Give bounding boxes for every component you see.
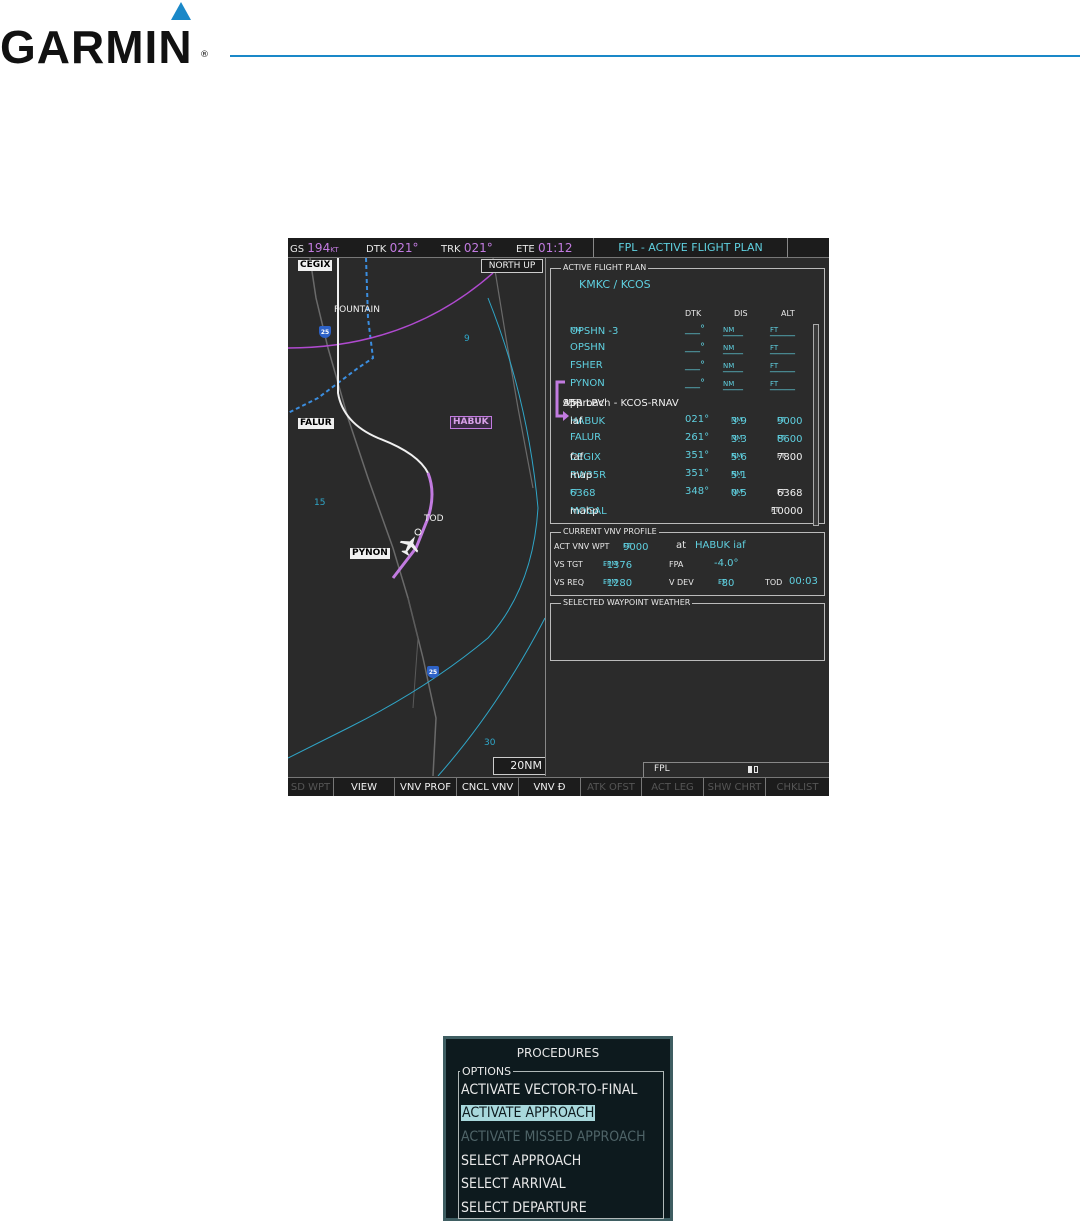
vnv-act-row: ACT VNV WPT 9000 FT at HABUK iaf xyxy=(554,540,746,553)
box-title: CURRENT VNV PROFILE xyxy=(561,527,659,536)
fpl-row[interactable]: HABUK iaf 021° 3.9 NM 9000 FT xyxy=(551,412,824,429)
approach-header[interactable]: Approach - KCOS-RNAV GPS 35R LPV xyxy=(551,394,824,411)
waypoint-label-pynon: PYNON xyxy=(350,548,390,559)
vnv-tgt-row: VS TGT -1376 FPM FPA -4.0° xyxy=(554,558,739,571)
fpl-row[interactable]: CEGIX faf 351° 5.6 NM 7800 FT xyxy=(551,448,824,465)
box-title: SELECTED WAYPOINT WEATHER xyxy=(561,598,693,607)
tod-label: TOD xyxy=(424,514,444,524)
ring-label-15: 15 xyxy=(314,498,326,508)
range-ring xyxy=(288,297,539,759)
range-ring xyxy=(437,617,545,776)
town-label-fountain: FOUNTAIN xyxy=(334,305,380,315)
menu-item-activate-approach[interactable]: ACTIVATE APPROACH xyxy=(461,1105,596,1121)
ring-label-9: 9 xyxy=(464,334,470,344)
page-title: FPL - ACTIVE FLIGHT PLAN xyxy=(593,238,788,257)
header-rule xyxy=(230,55,1080,57)
page-indicator-icon xyxy=(748,766,752,773)
navigation-map[interactable]: NORTH UP CEGIX FOUNTAIN 25 FALUR HABUK 9… xyxy=(288,258,546,776)
waypoint-label-cegix: CEGIX xyxy=(298,260,333,271)
fpl-row[interactable]: RW35R map 351° 5.1 NM xyxy=(551,466,824,483)
ring-label-30: 30 xyxy=(484,738,496,748)
logo-triangle-icon xyxy=(171,2,191,20)
registered-mark: ® xyxy=(200,50,209,60)
fpl-row[interactable]: MOGAL mahp 10000 FT xyxy=(551,502,824,519)
vnv-req-row: VS REQ -1280 FPM V DEV -80 FT TOD 00:03 xyxy=(554,576,818,589)
procedures-window: PROCEDURES OPTIONS ACTIVATE VECTOR-TO-FI… xyxy=(443,1036,673,1221)
mfd-screen: GS 194KT DTK 021° TRK 021° ETE 01:12 FPL… xyxy=(288,238,829,796)
menu-item-select-approach[interactable]: SELECT APPROACH xyxy=(461,1153,581,1169)
active-leg xyxy=(391,472,434,579)
fpl-scrollbar[interactable] xyxy=(813,324,819,526)
trk-field: TRK 021° xyxy=(441,241,493,255)
flight-path xyxy=(337,258,429,474)
page-indicator-icon xyxy=(754,766,758,773)
softkey-view[interactable]: VIEW xyxy=(334,778,395,796)
map-orientation-label[interactable]: NORTH UP xyxy=(481,259,543,273)
fpl-row[interactable]: FALUR 261° 3.3 NM 8600 FT xyxy=(551,430,824,447)
menu-item-select-departure[interactable]: SELECT DEPARTURE xyxy=(461,1200,587,1216)
softkey-act-leg[interactable]: ACT LEG xyxy=(642,778,704,796)
fpl-row[interactable]: OPSHN ___° ____ NM _____ FT xyxy=(551,340,824,357)
fpl-row[interactable]: FSHER ___° ____ NM _____ FT xyxy=(551,358,824,375)
softkey-cncl-vnv[interactable]: CNCL VNV xyxy=(457,778,519,796)
menu-item-activate-vector-to-final[interactable]: ACTIVATE VECTOR-TO-FINAL xyxy=(461,1082,637,1098)
box-title: ACTIVE FLIGHT PLAN xyxy=(561,263,649,272)
fpl-row[interactable]: OPSHN -3 NM ___° ____ NM _____ FT xyxy=(551,322,824,339)
active-flight-plan-box: ACTIVE FLIGHT PLAN KMKC / KCOS DTK DIS A… xyxy=(550,263,825,526)
airspace-boundary xyxy=(288,258,375,414)
fpl-row[interactable]: 6368 FT 348° 0.5 NM 6368 FT xyxy=(551,484,824,501)
nav-status-bar: GS 194KT DTK 021° TRK 021° ETE 01:12 FPL… xyxy=(288,238,829,258)
menu-item-select-arrival[interactable]: SELECT ARRIVAL xyxy=(461,1176,566,1192)
ete-field: ETE 01:12 xyxy=(516,241,573,255)
softkey-atk-ofst[interactable]: ATK OFST xyxy=(581,778,642,796)
fpl-row[interactable]: PYNON ___° ____ NM _____ FT xyxy=(551,376,824,393)
options-label: OPTIONS xyxy=(460,1065,514,1078)
waypoint-weather-box: SELECTED WAYPOINT WEATHER xyxy=(550,598,825,661)
softkey-shw-chrt[interactable]: SHW CHRT xyxy=(704,778,766,796)
highway-shield-icon: 25 xyxy=(319,326,331,338)
vnv-profile-box: CURRENT VNV PROFILE ACT VNV WPT 9000 FT a… xyxy=(550,527,825,596)
route-title: KMKC / KCOS xyxy=(579,278,651,291)
dtk-field: DTK 021° xyxy=(366,241,419,255)
fpl-panel: ACTIVE FLIGHT PLAN KMKC / KCOS DTK DIS A… xyxy=(546,258,829,776)
fpl-strip-label: FPL xyxy=(654,764,670,774)
gs-field: GS 194KT xyxy=(290,241,339,255)
fpl-status-strip: FPL xyxy=(643,762,829,777)
garmin-logo: GARMIN xyxy=(0,21,193,73)
softkey-vnv-prof[interactable]: VNV PROF xyxy=(395,778,457,796)
softkey-sd-wpt[interactable]: SD WPT xyxy=(288,778,334,796)
procedures-title: PROCEDURES xyxy=(516,1046,600,1060)
waypoint-label-falur: FALUR xyxy=(298,418,334,429)
softkey-vnv-direct[interactable]: VNV Ð xyxy=(519,778,581,796)
waypoint-label-habuk: HABUK xyxy=(450,416,492,429)
menu-item-activate-missed-approach[interactable]: ACTIVATE MISSED APPROACH xyxy=(461,1129,646,1145)
softkey-bar: SD WPT VIEW VNV PROF CNCL VNV VNV Ð ATK … xyxy=(288,777,829,796)
map-range[interactable]: 20NM xyxy=(493,757,545,775)
softkey-chklist[interactable]: CHKLIST xyxy=(766,778,829,796)
highway-shield-icon: 25 xyxy=(427,666,439,678)
tod-marker xyxy=(414,528,422,536)
